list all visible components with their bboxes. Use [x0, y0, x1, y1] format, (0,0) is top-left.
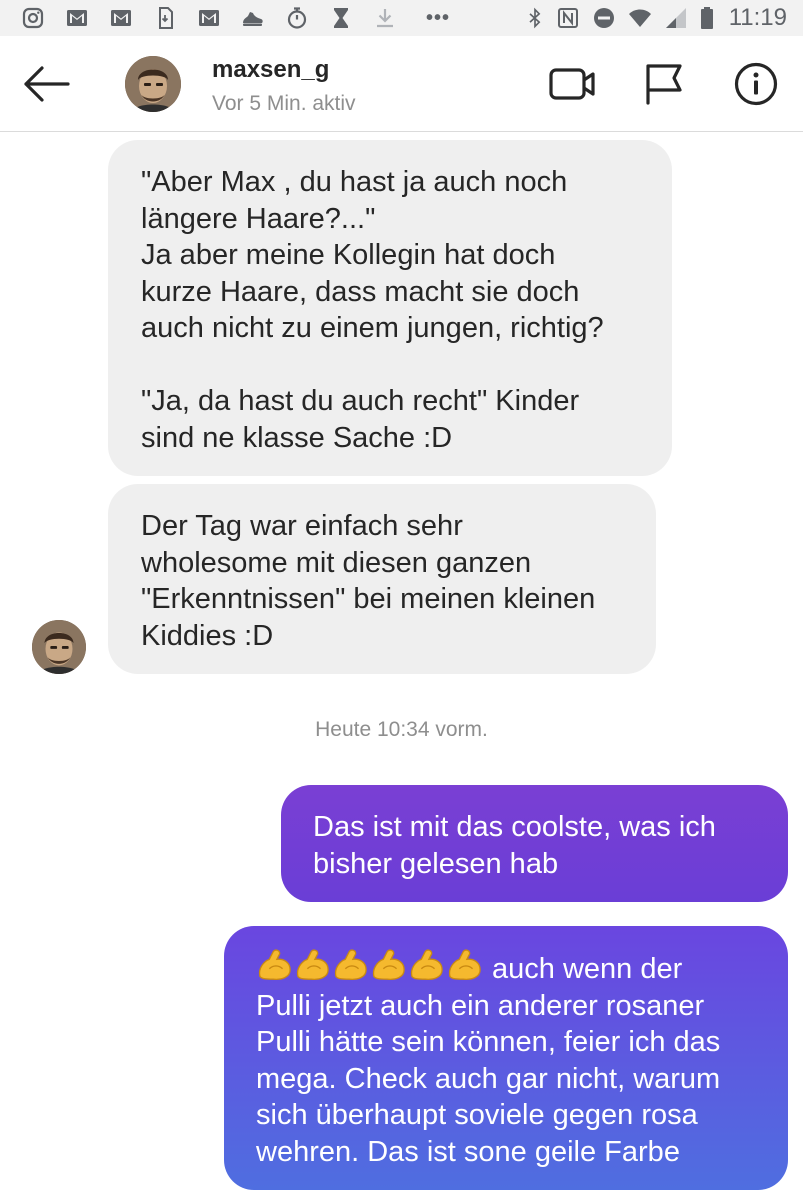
back-button[interactable]	[18, 58, 74, 110]
avatar[interactable]	[125, 56, 181, 112]
incoming-message[interactable]: "Aber Max , du hast ja auch noch längere…	[108, 140, 672, 476]
message-text: auch wenn der	[492, 953, 683, 985]
sim-icon	[152, 6, 178, 30]
stopwatch-icon	[284, 6, 310, 30]
gmail-icon	[196, 6, 222, 30]
video-call-button[interactable]	[546, 58, 598, 110]
username[interactable]: maxsen_g	[212, 56, 329, 84]
video-call-icon	[549, 68, 595, 100]
flexed-biceps-emoji-row	[256, 948, 484, 988]
back-arrow-icon	[24, 66, 70, 102]
activity-status: Vor 5 Min. aktiv	[212, 92, 356, 115]
message-first-line: auch wenn der	[256, 948, 768, 988]
clock: 11:19	[728, 4, 787, 31]
more-notifications: •••	[426, 7, 451, 29]
status-bar: ••• 11:19	[0, 0, 803, 36]
timestamp: Heute 10:34 vorm.	[315, 718, 488, 741]
signal-icon	[663, 6, 689, 30]
instagram-icon	[20, 6, 46, 30]
message-text: "Aber Max , du hast ja auch noch längere…	[141, 166, 604, 454]
gmail-icon	[108, 6, 134, 30]
bluetooth-icon	[525, 6, 545, 30]
hourglass-icon	[328, 6, 354, 30]
report-button[interactable]	[638, 58, 690, 110]
gmail-icon	[64, 6, 90, 30]
conversation-header: maxsen_g Vor 5 Min. aktiv	[0, 36, 803, 132]
info-icon	[734, 62, 778, 106]
flag-icon	[646, 64, 682, 105]
nfc-icon	[555, 6, 581, 30]
wifi-icon	[627, 6, 653, 30]
download-icon	[372, 6, 398, 30]
outgoing-message[interactable]: auch wenn der Pulli jetzt auch ein ander…	[224, 926, 788, 1190]
sender-avatar[interactable]	[32, 620, 86, 674]
shoe-icon	[240, 6, 266, 30]
flexed-biceps-icon	[410, 949, 443, 981]
flexed-biceps-icon	[448, 949, 481, 981]
battery-icon	[699, 6, 715, 30]
flexed-biceps-icon	[296, 949, 329, 981]
do-not-disturb-icon	[591, 6, 617, 30]
flexed-biceps-icon	[372, 949, 405, 981]
info-button[interactable]	[730, 58, 782, 110]
outgoing-message[interactable]: Das ist mit das coolste, was ich bisher …	[281, 785, 788, 902]
message-text: Pulli jetzt auch ein anderer rosaner Pul…	[256, 989, 721, 1168]
flexed-biceps-icon	[334, 949, 367, 981]
flexed-biceps-icon	[258, 949, 291, 981]
message-text: Das ist mit das coolste, was ich bisher …	[313, 811, 716, 880]
incoming-message[interactable]: Der Tag war einfach sehr wholesome mit d…	[108, 484, 656, 674]
message-text: Der Tag war einfach sehr wholesome mit d…	[141, 510, 596, 652]
